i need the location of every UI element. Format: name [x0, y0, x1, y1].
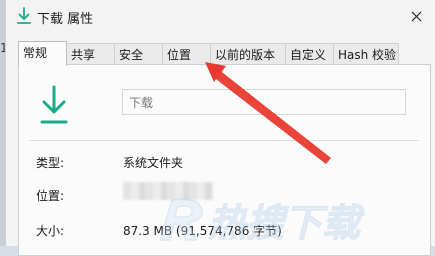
tab-location[interactable]: 位置	[162, 43, 211, 65]
general-panel: 类型: 系统文件夹 位置: 大小: 87.3 MB (91,574,786 字节…	[18, 64, 431, 256]
tab-hash-check[interactable]: Hash 校验	[333, 43, 399, 65]
download-folder-icon	[17, 7, 31, 24]
location-value-redacted	[123, 182, 213, 200]
tab-strip: 常规 共享 安全 位置 以前的版本 自定义 Hash 校验	[18, 41, 399, 66]
tab-previous-versions[interactable]: 以前的版本	[210, 43, 286, 65]
tab-general[interactable]: 常规	[18, 41, 67, 66]
tab-security[interactable]: 安全	[114, 43, 163, 65]
title-bar: 下载 属性	[6, 0, 435, 34]
window-title: 下载 属性	[37, 12, 94, 27]
type-label: 类型:	[36, 156, 65, 170]
location-label: 位置:	[36, 189, 65, 203]
close-button[interactable]	[404, 5, 428, 27]
size-value: 87.3 MB (91,574,786 字节)	[123, 224, 282, 238]
divider	[29, 140, 419, 141]
properties-window: 下载 属性 常规 共享 安全 位置 以前的版本 自定义 Hash 校验 类型: …	[5, 0, 435, 256]
tab-customize[interactable]: 自定义	[285, 43, 334, 65]
type-value: 系统文件夹	[123, 156, 184, 170]
folder-name-input[interactable]	[122, 89, 406, 115]
close-icon	[411, 11, 421, 21]
tab-sharing[interactable]: 共享	[66, 43, 115, 65]
size-label: 大小:	[36, 224, 65, 238]
download-arrow-icon	[40, 85, 68, 124]
